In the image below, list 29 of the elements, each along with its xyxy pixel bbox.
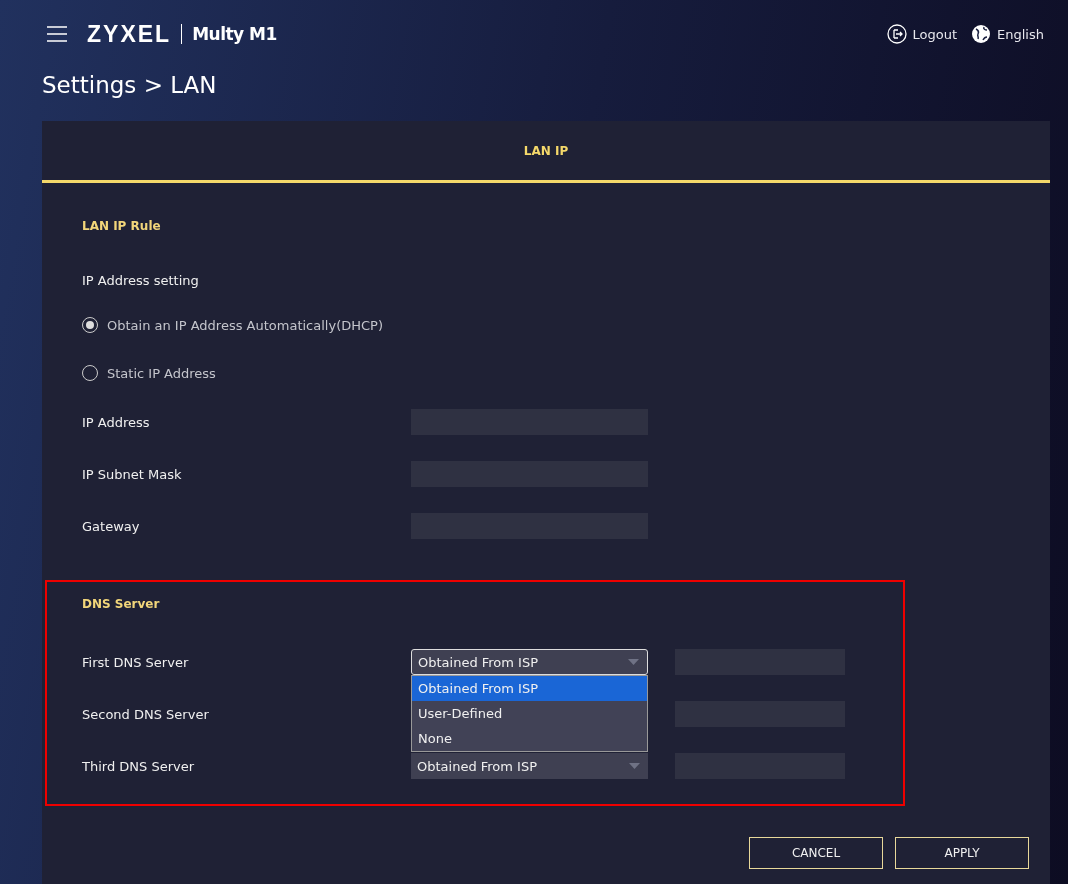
logout-link[interactable]: Logout bbox=[886, 24, 958, 44]
cancel-button[interactable]: CANCEL bbox=[749, 837, 883, 869]
menu-icon[interactable] bbox=[47, 26, 67, 42]
caret-icon bbox=[629, 763, 640, 769]
brand-logo: ZYXEL bbox=[87, 20, 172, 48]
field-label: Gateway bbox=[82, 518, 141, 534]
product-name: Multy M1 bbox=[192, 24, 277, 44]
globe-icon bbox=[971, 24, 992, 44]
select-field[interactable]: Obtained From ISP bbox=[411, 649, 648, 675]
section-title: DNS Server bbox=[82, 597, 161, 611]
select-field[interactable]: Obtained From ISP bbox=[411, 753, 648, 779]
dropdown-option[interactable]: Obtained From ISP bbox=[412, 676, 647, 701]
field-label: IP Address bbox=[82, 414, 151, 430]
radio-option[interactable]: Static IP Address bbox=[82, 363, 1050, 383]
dropdown-option[interactable]: None bbox=[412, 726, 647, 751]
radio-option[interactable]: Obtain an IP Address Automatically(DHCP) bbox=[82, 315, 1050, 335]
field-label: Third DNS Server bbox=[82, 758, 196, 774]
page-title: Settings > LAN bbox=[42, 72, 218, 100]
section-title: LAN IP Rule bbox=[82, 219, 162, 233]
tab[interactable]: LAN IP bbox=[507, 121, 585, 180]
dropdown-option[interactable]: User-Defined bbox=[412, 701, 647, 726]
field-label: First DNS Server bbox=[82, 654, 190, 670]
setting-label: IP Address setting bbox=[82, 273, 200, 288]
apply-button[interactable]: APPLY bbox=[895, 837, 1029, 869]
field-label: Second DNS Server bbox=[82, 706, 210, 722]
caret-icon bbox=[628, 659, 639, 665]
logout-icon bbox=[886, 24, 907, 44]
field-label: IP Subnet Mask bbox=[82, 466, 183, 482]
language-link[interactable]: English bbox=[971, 24, 1044, 44]
